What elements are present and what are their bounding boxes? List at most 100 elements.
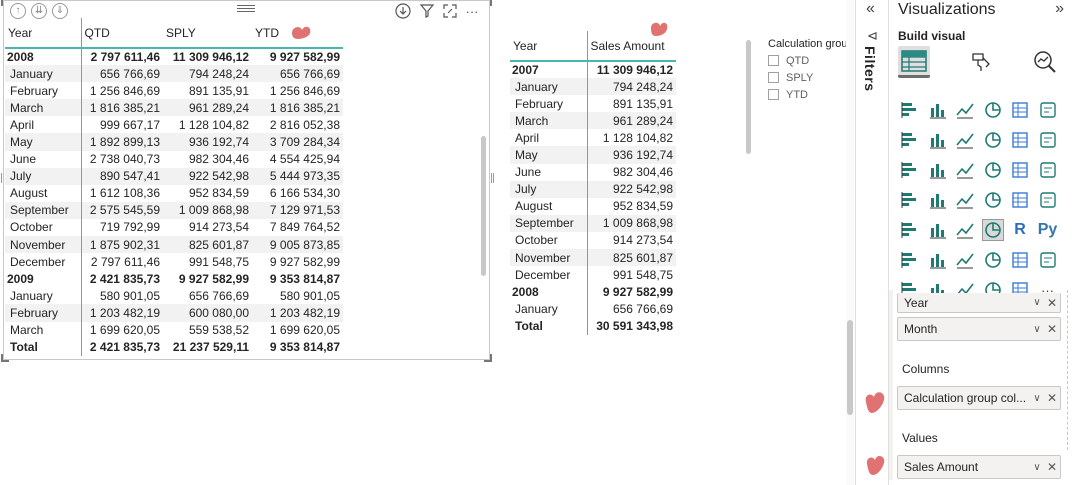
table-row[interactable]: September 1 009 868,98 [510, 214, 676, 232]
drill-down-icon[interactable] [394, 3, 412, 21]
analytics-tab[interactable] [1029, 46, 1061, 78]
key-influencers-icon[interactable] [899, 249, 921, 271]
expand-pane-icon[interactable]: » [1055, 0, 1064, 18]
area-chart-icon[interactable] [927, 129, 949, 151]
clustered-column-chart-icon[interactable] [982, 99, 1004, 121]
chevron-down-icon[interactable]: ∨ [1030, 297, 1044, 308]
slicer-option-sply[interactable]: SPLY [768, 69, 848, 86]
chevron-down-icon[interactable]: ∨ [1030, 393, 1044, 404]
donut-chart-icon[interactable] [1009, 159, 1031, 181]
filters-label[interactable]: Filters [862, 46, 878, 92]
decomposition-tree-icon[interactable] [927, 249, 949, 271]
table-row[interactable]: July 922 542,98 [510, 180, 676, 198]
build-visual-tab[interactable] [898, 46, 930, 78]
canvas-vertical-scrollbar[interactable] [846, 0, 854, 485]
table-row[interactable]: May 936 192,74 [510, 146, 676, 164]
stacked-bar-chart-icon[interactable] [899, 99, 921, 121]
multi-row-card-icon[interactable] [1037, 189, 1059, 211]
total-row[interactable]: Total 30 591 343,98 [510, 317, 676, 335]
ribbon-chart-icon[interactable] [1037, 129, 1059, 151]
vertical-scrollbar[interactable] [481, 136, 486, 276]
checkbox[interactable] [768, 72, 779, 83]
table-row[interactable]: January 656 766,69 [510, 300, 676, 318]
year-row[interactable]: 2008 2 797 611,46 11 309 946,12 9 927 582,9… [5, 48, 343, 66]
table-row[interactable]: April 999 667,17 1 128 104,82 2 816 052,38 [5, 116, 343, 134]
r-visual-icon[interactable]: R [1009, 219, 1031, 241]
line-chart-icon[interactable] [899, 129, 921, 151]
column-header-year[interactable]: Year [5, 18, 82, 49]
collapse-filters-icon[interactable]: « [866, 0, 875, 18]
remove-field-icon[interactable]: ✕ [1044, 296, 1060, 310]
clustered-bar-chart-icon[interactable] [954, 99, 976, 121]
matrix-icon[interactable] [981, 219, 1004, 241]
remove-field-icon[interactable]: ✕ [1044, 391, 1060, 405]
slicer-option-qtd[interactable]: QTD [768, 52, 848, 69]
table-row[interactable]: December 991 548,75 [510, 266, 676, 284]
python-visual-icon[interactable]: Py [1037, 219, 1059, 241]
kpi-icon[interactable] [899, 219, 921, 241]
map-icon[interactable] [899, 189, 921, 211]
values-field[interactable]: Sales Amount ∨ ✕ [897, 455, 1061, 479]
azure-map-icon[interactable] [954, 189, 976, 211]
smart-narrative-icon[interactable] [982, 249, 1004, 271]
table-row[interactable]: July 890 547,41 922 542,98 5 444 973,35 [5, 167, 343, 185]
table-row[interactable]: March 1 699 620,05 559 538,52 1 699 620,05 [5, 321, 343, 339]
stacked-column-chart-icon[interactable] [927, 99, 949, 121]
year-row[interactable]: 2008 9 927 582,99 [510, 283, 676, 301]
table-row[interactable]: February 1 203 482,19 600 080,00 1 203 482,… [5, 304, 343, 322]
filter-icon[interactable] [418, 3, 436, 21]
checkbox[interactable] [768, 89, 779, 100]
funnel-chart-icon[interactable] [927, 159, 949, 181]
checkbox[interactable] [768, 55, 779, 66]
remove-field-icon[interactable]: ✕ [1044, 460, 1060, 474]
chevron-down-icon[interactable]: ∨ [1030, 324, 1044, 335]
table-row[interactable]: August 952 834,59 [510, 197, 676, 215]
total-row[interactable]: Total 2 421 835,73 21 237 529,11 9 353 814,… [5, 338, 343, 356]
focus-mode-icon[interactable] [441, 3, 459, 21]
paginated-report-icon[interactable] [1009, 249, 1031, 271]
table-row[interactable]: September 2 575 545,59 1 009 868,98 7 129 9… [5, 201, 343, 219]
table-icon[interactable] [954, 219, 976, 241]
gauge-icon[interactable] [982, 189, 1004, 211]
remove-field-icon[interactable]: ✕ [1044, 322, 1060, 336]
treemap-icon[interactable] [1037, 159, 1059, 181]
table-row[interactable]: January 794 248,24 [510, 78, 676, 96]
go-to-next-level-icon[interactable]: ⇓ [52, 3, 68, 19]
table-row[interactable]: October 914 273,54 [510, 231, 676, 250]
slicer-scrollbar[interactable] [746, 40, 751, 154]
table-row[interactable]: October 719 792,99 914 273,54 7 849 764,52 [5, 218, 343, 237]
scrollbar-thumb[interactable] [847, 320, 853, 415]
chevron-down-icon[interactable]: ∨ [1030, 462, 1044, 473]
year-row[interactable]: 2007 11 309 946,12 [510, 61, 676, 79]
resize-handle[interactable] [1, 0, 9, 6]
format-visual-tab[interactable] [965, 46, 997, 78]
rows-field-month[interactable]: Month ∨ ✕ [897, 317, 1061, 341]
resize-handle[interactable] [484, 354, 492, 362]
table-row[interactable]: August 1 612 108,36 952 834,59 6 166 534,30 [5, 184, 343, 202]
expand-all-down-icon[interactable]: ⇊ [31, 3, 47, 19]
100-stacked-bar-chart-icon[interactable] [1009, 99, 1031, 121]
rows-field-year[interactable]: Year ∨ ✕ [897, 293, 1061, 313]
table-row[interactable]: February 891 135,91 [510, 95, 676, 113]
table-row[interactable]: January 656 766,69 794 248,24 656 766,69 [5, 65, 343, 83]
column-header-qtd[interactable]: QTD [81, 18, 163, 49]
slicer-icon[interactable] [927, 219, 949, 241]
column-header-ytd[interactable]: YTD [252, 18, 343, 49]
drill-up-icon[interactable]: ↑ [10, 3, 26, 19]
table-row[interactable]: November 1 875 902,31 825 601,87 9 005 873,… [5, 236, 343, 254]
qa-icon[interactable] [954, 249, 976, 271]
scatter-chart-icon[interactable] [954, 159, 976, 181]
year-row[interactable]: 2009 2 421 835,73 9 927 582,99 9 353 814,87 [5, 270, 343, 288]
columns-field[interactable]: Calculation group col... ∨ ✕ [897, 386, 1061, 410]
resize-handle[interactable] [484, 0, 492, 6]
card-icon[interactable] [1009, 189, 1031, 211]
table-row[interactable]: June 982 304,46 [510, 163, 676, 181]
table-row[interactable]: December 2 797 611,46 991 548,75 9 927 582,… [5, 253, 343, 271]
more-options-icon[interactable]: ··· [463, 3, 481, 21]
metrics-icon[interactable] [1037, 249, 1059, 271]
filled-map-icon[interactable] [927, 189, 949, 211]
line-clustered-column-icon[interactable] [982, 129, 1004, 151]
resize-handle[interactable] [0, 173, 2, 183]
table-row[interactable]: January 580 901,05 656 766,69 580 901,05 [5, 287, 343, 305]
table-row[interactable]: March 1 816 385,21 961 289,24 1 816 385,21 [5, 99, 343, 117]
